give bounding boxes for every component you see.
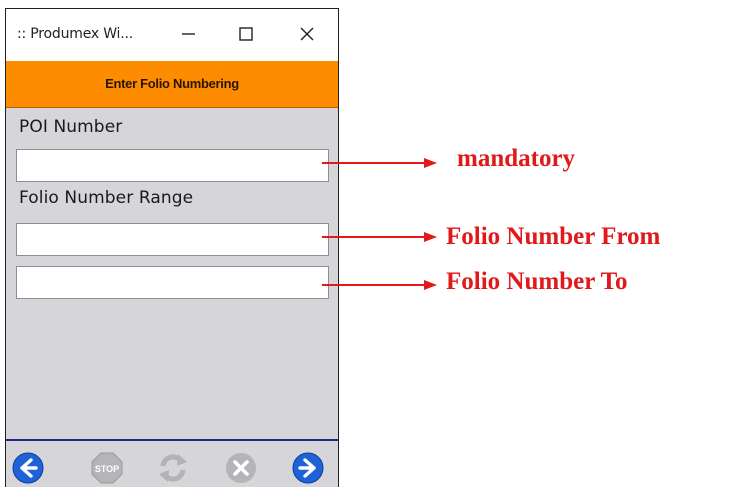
annotation-folio-to: Folio Number To bbox=[446, 268, 628, 295]
arrow-mandatory bbox=[322, 158, 437, 168]
arrow-folio-from bbox=[322, 232, 437, 242]
arrow-folio-to bbox=[322, 280, 437, 290]
annotation-mandatory: mandatory bbox=[457, 145, 576, 172]
annotation-folio-from: Folio Number From bbox=[446, 223, 661, 250]
